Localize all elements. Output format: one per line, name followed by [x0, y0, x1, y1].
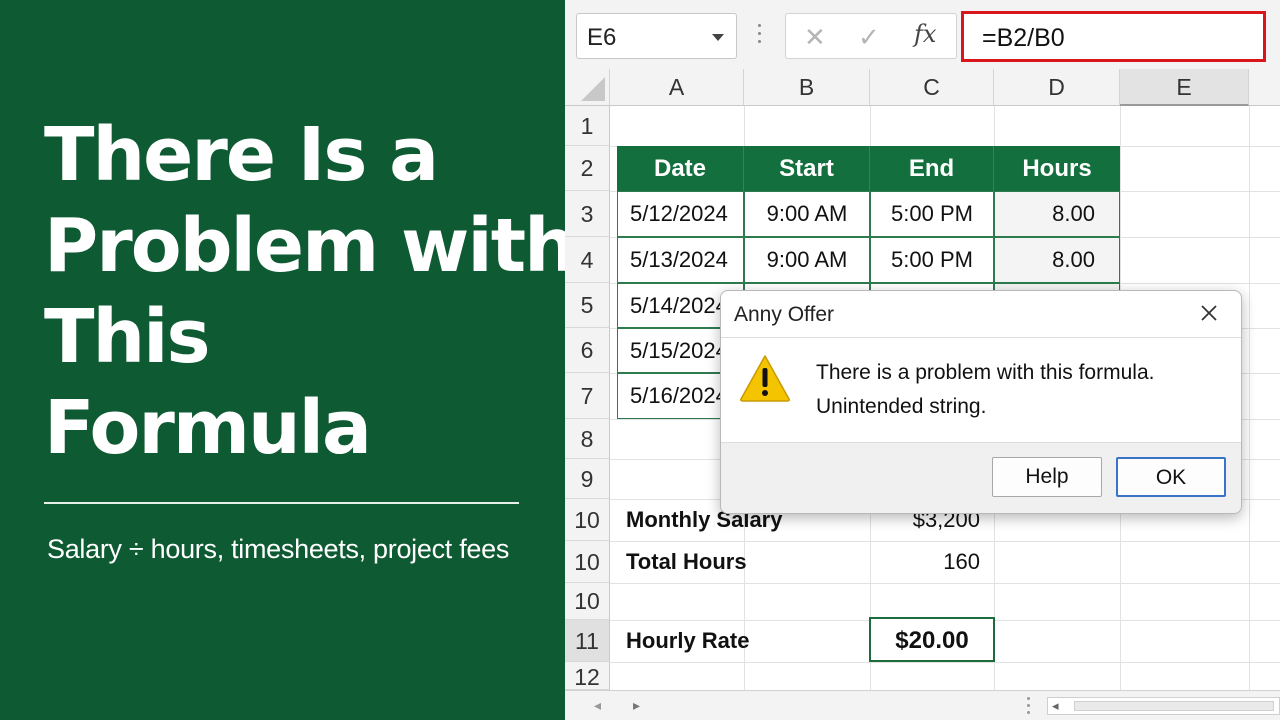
table-cell-hours[interactable]: 8.00	[994, 191, 1120, 237]
table-cell-start[interactable]: 9:00 AM	[744, 237, 870, 283]
column-header-e[interactable]: E	[1120, 69, 1249, 106]
total-hours-label[interactable]: Total Hours	[610, 541, 870, 583]
scroll-left-icon[interactable]: ◂	[1052, 698, 1059, 714]
gridline	[610, 662, 1280, 663]
warning-icon	[740, 355, 790, 402]
hourly-rate-label[interactable]: Hourly Rate	[610, 620, 870, 662]
gridline	[1249, 106, 1250, 690]
table-cell-date[interactable]: 5/12/2024	[617, 191, 744, 237]
table-cell-date[interactable]: 5/13/2024	[617, 237, 744, 283]
dialog-title: Anny Offer	[734, 303, 834, 326]
column-header-f[interactable]	[1249, 69, 1280, 106]
row-header[interactable]: 6	[565, 328, 610, 373]
ok-button[interactable]: OK	[1116, 457, 1226, 497]
gridline	[610, 583, 1280, 584]
row-header[interactable]: 10	[565, 499, 610, 541]
row-header[interactable]: 9	[565, 459, 610, 499]
chevron-down-icon[interactable]	[712, 34, 724, 41]
cancel-icon[interactable]: ✕	[804, 22, 826, 53]
formula-input[interactable]: =B2/B0	[961, 11, 1266, 62]
banner-subtitle: Salary ÷ hours, timesheets, project fees	[47, 534, 510, 564]
row-header[interactable]: 10	[565, 583, 610, 620]
row-header[interactable]: 5	[565, 283, 610, 328]
column-header-b[interactable]: B	[744, 69, 870, 106]
table-cell-end[interactable]: 5:00 PM	[870, 191, 994, 237]
banner-title: There Is a Problem with This Formula	[44, 110, 577, 474]
title-banner: There Is a Problem with This Formula Sal…	[0, 0, 577, 720]
name-box-value: E6	[587, 24, 617, 51]
banner-title-line: Problem with	[44, 203, 577, 289]
row-header[interactable]: 1	[565, 106, 610, 146]
row-header[interactable]: 8	[565, 419, 610, 459]
enter-icon[interactable]: ✓	[858, 22, 880, 53]
dialog-detail: Unintended string.	[816, 395, 987, 418]
row-header[interactable]: 12	[565, 662, 610, 690]
scrollbar-thumb[interactable]	[1074, 701, 1274, 711]
column-header-a[interactable]: A	[610, 69, 744, 106]
banner-divider	[44, 502, 519, 504]
column-header-d[interactable]: D	[994, 69, 1120, 106]
banner-title-line: This	[44, 294, 211, 380]
help-button[interactable]: Help	[992, 457, 1102, 497]
insert-function-icon[interactable]: fx	[914, 20, 936, 48]
banner-title-line: Formula	[44, 385, 372, 471]
row-header[interactable]: 2	[565, 146, 610, 191]
table-header-end[interactable]: End	[870, 146, 994, 191]
table-cell-hours[interactable]: 8.00	[994, 237, 1120, 283]
row-header[interactable]: 3	[565, 191, 610, 237]
table-header-hours[interactable]: Hours	[994, 146, 1120, 191]
formula-text: =B2/B0	[982, 24, 1065, 52]
row-header[interactable]: 11	[565, 620, 610, 662]
table-cell-end[interactable]: 5:00 PM	[870, 237, 994, 283]
name-box[interactable]: E6	[576, 13, 737, 59]
formula-error-dialog: Anny Offer There is a problem with this …	[720, 290, 1242, 514]
total-hours-value[interactable]: 160	[870, 541, 994, 583]
horizontal-scrollbar[interactable]: ◂	[1047, 697, 1280, 715]
table-cell-start[interactable]: 9:00 AM	[744, 191, 870, 237]
column-header-c[interactable]: C	[870, 69, 994, 106]
row-header[interactable]: 10	[565, 541, 610, 583]
hourly-rate-value[interactable]: $20.00	[869, 617, 995, 662]
formula-bar-buttons: ✕ ✓ fx	[785, 13, 957, 59]
row-header[interactable]: 7	[565, 373, 610, 419]
formula-bar-grip-icon[interactable]	[758, 24, 762, 48]
banner-title-line: There Is a	[44, 112, 439, 198]
row-header[interactable]: 4	[565, 237, 610, 283]
previous-sheet-icon[interactable]: ◂	[594, 697, 601, 714]
close-icon[interactable]	[1197, 301, 1221, 325]
scrollbar-grip-icon[interactable]	[1027, 697, 1030, 715]
dialog-divider	[721, 337, 1241, 338]
select-all-corner[interactable]	[565, 69, 610, 106]
table-header-start[interactable]: Start	[744, 146, 870, 191]
table-header-date[interactable]: Date	[617, 146, 744, 191]
next-sheet-icon[interactable]: ▸	[633, 697, 640, 714]
dialog-message: There is a problem with this formula.	[816, 361, 1155, 384]
